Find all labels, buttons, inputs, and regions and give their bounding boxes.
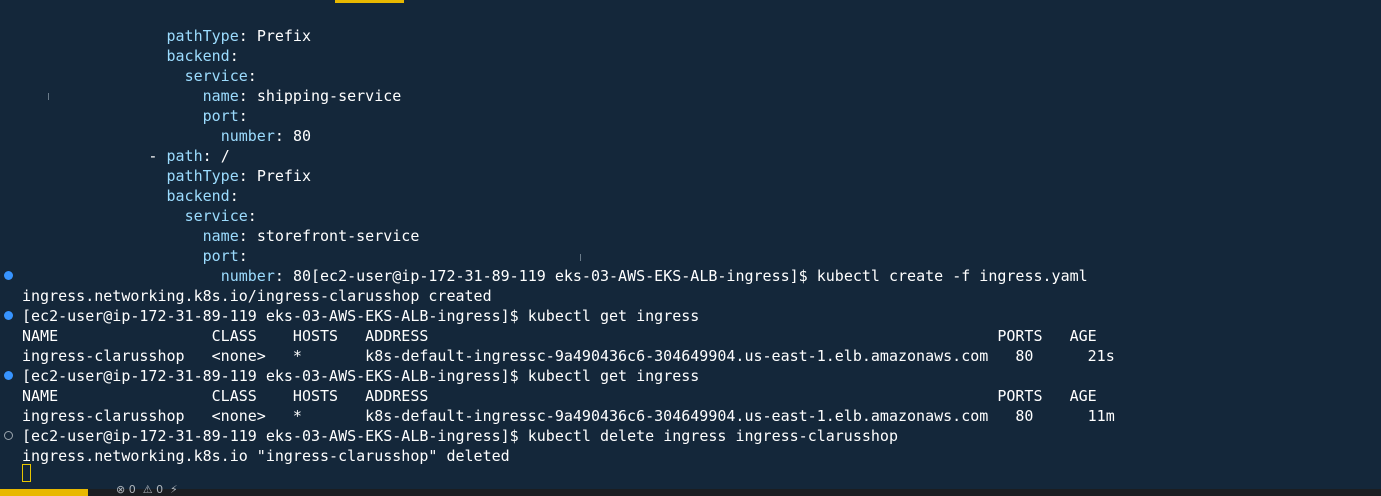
yaml-line: port: bbox=[202, 247, 248, 265]
yaml-key: backend bbox=[166, 187, 230, 205]
yaml-key: pathType bbox=[166, 27, 239, 45]
editor-tab-indicator bbox=[335, 0, 404, 3]
yaml-key: pathType bbox=[166, 167, 239, 185]
table-row: ingress-clarusshop <none> * k8s-default-… bbox=[22, 347, 1115, 365]
terminal-cursor bbox=[22, 464, 31, 482]
yaml-line: backend: bbox=[166, 187, 239, 205]
yaml-line: service: bbox=[184, 207, 257, 225]
command-output: ingress.networking.k8s.io "ingress-claru… bbox=[22, 447, 510, 465]
yaml-key: port bbox=[202, 247, 239, 265]
remote-indicator[interactable] bbox=[0, 489, 88, 496]
yaml-key: backend bbox=[166, 47, 230, 65]
yaml-line: name: shipping-service bbox=[202, 87, 402, 105]
yaml-value: storefront-service bbox=[256, 227, 420, 245]
yaml-line: number: 80 bbox=[220, 127, 311, 145]
yaml-key: name bbox=[202, 87, 239, 105]
prompt-line-get-1: [ec2-user@ip-172-31-89-119 eks-03-AWS-EK… bbox=[22, 307, 700, 325]
yaml-key: service bbox=[184, 67, 248, 85]
yaml-key: name bbox=[202, 227, 239, 245]
yaml-key: service bbox=[184, 207, 248, 225]
prompt-line-get-2: [ec2-user@ip-172-31-89-119 eks-03-AWS-EK… bbox=[22, 367, 700, 385]
command-pending-marker[interactable] bbox=[4, 431, 13, 440]
yaml-key: number bbox=[220, 127, 275, 145]
command-output: ingress.networking.k8s.io/ingress-clarus… bbox=[22, 287, 492, 305]
yaml-line: pathType: Prefix bbox=[166, 167, 312, 185]
yaml-value: shipping-service bbox=[256, 87, 402, 105]
yaml-value: 80 bbox=[292, 127, 311, 145]
yaml-value: Prefix bbox=[256, 167, 311, 185]
problems-indicator[interactable]: ⊗ 0 ⚠ 0 ⚡ bbox=[116, 483, 178, 496]
yaml-value: Prefix bbox=[256, 27, 311, 45]
yaml-line: - path: / bbox=[22, 147, 230, 165]
yaml-value: / bbox=[220, 147, 230, 165]
yaml-line: port: bbox=[202, 107, 248, 125]
table-header: NAME CLASS HOSTS ADDRESS PORTS AGE bbox=[22, 327, 1097, 345]
yaml-line: pathType: Prefix bbox=[166, 27, 312, 45]
terminal-panel[interactable]: pathType: Prefix backend: service: name:… bbox=[0, 26, 1381, 486]
command-success-marker[interactable] bbox=[4, 271, 13, 280]
artifact-speck bbox=[48, 93, 49, 100]
prompt-line-create: number: 80[ec2-user@ip-172-31-89-119 eks… bbox=[220, 267, 1088, 285]
prompt-line-delete: [ec2-user@ip-172-31-89-119 eks-03-AWS-EK… bbox=[22, 427, 898, 445]
table-header: NAME CLASS HOSTS ADDRESS PORTS AGE bbox=[22, 387, 1097, 405]
yaml-line: service: bbox=[184, 67, 257, 85]
status-bar: ⊗ 0 ⚠ 0 ⚡ bbox=[0, 483, 1381, 496]
yaml-key: path bbox=[166, 147, 203, 165]
yaml-line: name: storefront-service bbox=[202, 227, 420, 245]
command-success-marker[interactable] bbox=[4, 371, 13, 380]
yaml-line: backend: bbox=[166, 47, 239, 65]
artifact-speck bbox=[580, 254, 581, 261]
table-row: ingress-clarusshop <none> * k8s-default-… bbox=[22, 407, 1115, 425]
yaml-key: port bbox=[202, 107, 239, 125]
command-success-marker[interactable] bbox=[4, 311, 13, 320]
